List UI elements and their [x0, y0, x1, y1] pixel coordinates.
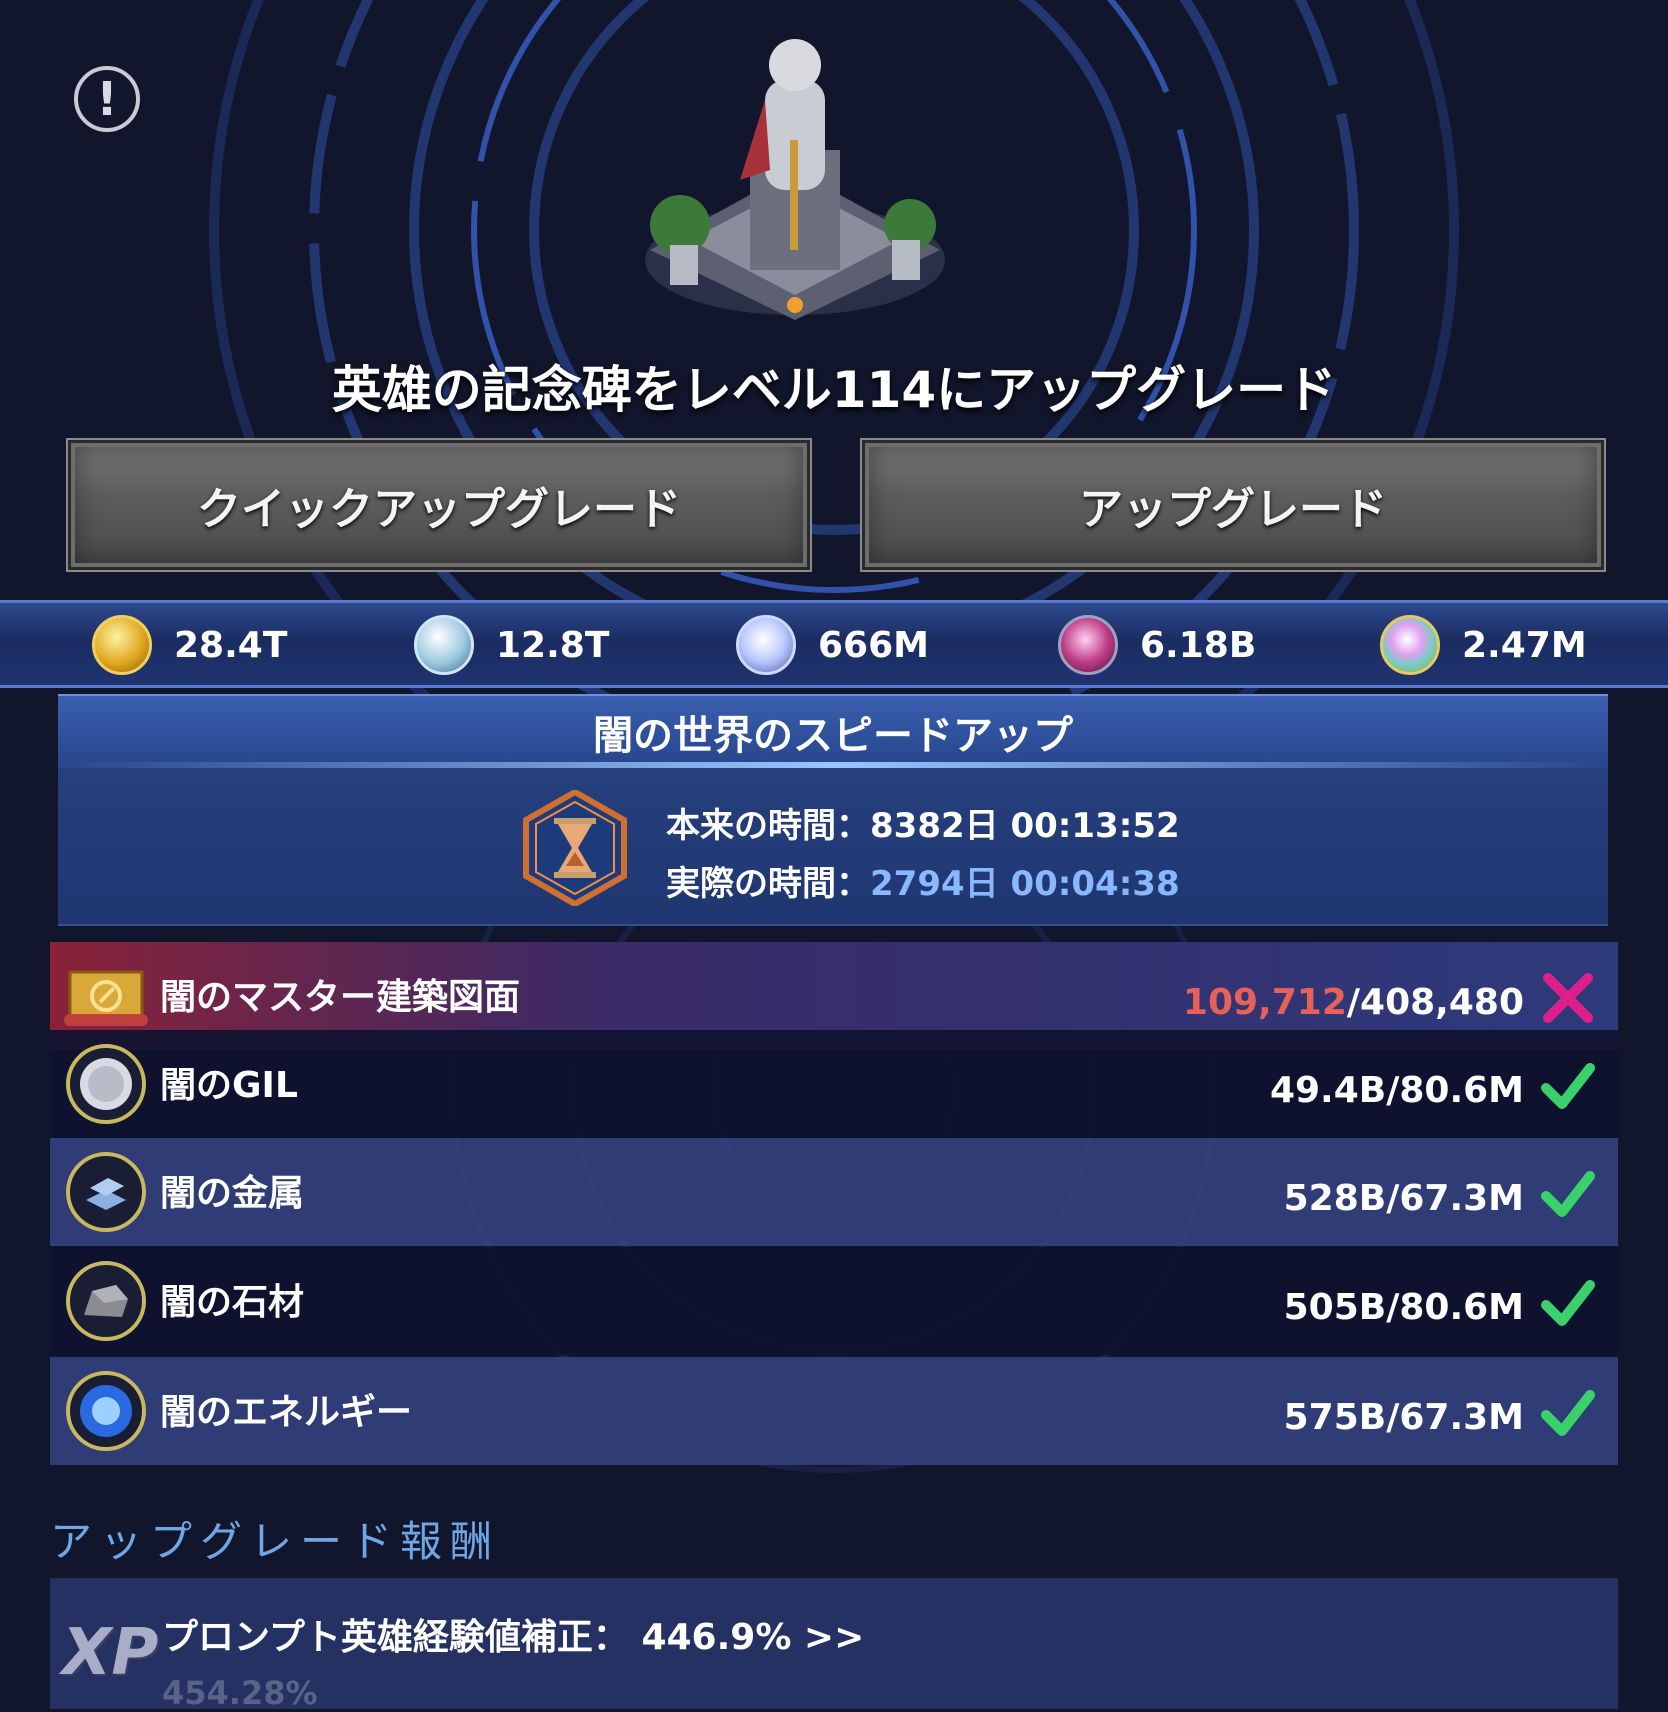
requirement-row-stone[interactable]: 闇の石材 505B/80.6M [50, 1247, 1618, 1355]
actual-time: 実際の時間：2794日 00:04:38 [666, 856, 1180, 905]
check-icon [1541, 1280, 1595, 1326]
hourglass-icon [523, 790, 627, 906]
original-time-value: 8382日 00:13:52 [870, 806, 1180, 846]
diamond-gem-icon [736, 615, 796, 675]
resource-value: 12.8T [496, 624, 610, 666]
resource-bar: 28.4T 12.8T 666M 6.18B 2.47M [0, 600, 1668, 688]
requirement-value: 109,712/408,480 [1183, 982, 1524, 1023]
metal-ingot-icon [66, 1152, 146, 1232]
gold-coin-icon [92, 615, 152, 675]
rainbow-gem-icon [1380, 615, 1440, 675]
resource-value: 28.4T [174, 624, 288, 666]
resource-gold: 28.4T [92, 615, 287, 675]
resource-value: 2.47M [1462, 624, 1587, 666]
requirement-need: /408,480 [1346, 982, 1524, 1023]
check-icon [1541, 1171, 1595, 1217]
blueprint-scroll-icon [64, 970, 148, 1026]
requirement-name: 闇のマスター建築図面 [160, 977, 521, 1018]
requirement-value: 528B/67.3M [1283, 1178, 1524, 1219]
reward-next-value: 454.28% [162, 1674, 318, 1712]
energy-orb-icon [66, 1371, 146, 1451]
hero-monument-building-image [645, 39, 945, 320]
requirement-value: 505B/80.6M [1283, 1287, 1524, 1328]
check-icon [1541, 1390, 1595, 1436]
requirement-name: 闇の石材 [160, 1282, 305, 1323]
original-time: 本来の時間：8382日 00:13:52 [666, 798, 1180, 847]
requirement-row-energy[interactable]: 闇のエネルギー 575B/67.3M [50, 1357, 1618, 1465]
resource-silver: 12.8T [414, 615, 609, 675]
requirement-name: 闇のエネルギー [160, 1392, 413, 1433]
cross-icon [1543, 973, 1593, 1023]
resource-purple-gem: 6.18B [1058, 615, 1256, 675]
resource-diamond: 666M [736, 615, 929, 675]
reward-text: プロンプト英雄経験値補正： 446.9% >> [162, 1617, 865, 1658]
stone-icon [66, 1261, 146, 1341]
gil-coin-icon [66, 1044, 146, 1124]
purple-gem-icon [1058, 615, 1118, 675]
requirement-value: 575B/67.3M [1283, 1397, 1524, 1438]
xp-icon: XP [62, 1616, 159, 1690]
check-icon [1541, 1063, 1595, 1109]
requirement-value: 49.4B/80.6M [1269, 1070, 1524, 1111]
resource-rainbow-gem: 2.47M [1380, 615, 1587, 675]
original-time-label: 本来の時間： [666, 806, 870, 846]
requirement-row-metal[interactable]: 闇の金属 528B/67.3M [50, 1138, 1618, 1246]
reward-row-hero-xp: XP プロンプト英雄経験値補正： 446.9% >> 454.28% [50, 1578, 1618, 1712]
resource-value: 6.18B [1140, 624, 1257, 666]
requirement-row-gil[interactable]: 闇のGIL 49.4B/80.6M [50, 1030, 1618, 1138]
upgrade-rewards-title: アップグレード報酬 [50, 1517, 501, 1566]
quick-upgrade-button[interactable]: クイックアップグレード [66, 438, 812, 572]
silver-coin-icon [414, 615, 474, 675]
speedup-panel-title: 闇の世界のスピードアップ [58, 694, 1608, 768]
actual-time-value: 2794日 00:04:38 [870, 864, 1180, 904]
resource-value: 666M [818, 624, 929, 666]
requirement-have: 109,712 [1182, 982, 1347, 1023]
requirement-name: 闇のGIL [160, 1065, 298, 1106]
upgrade-button[interactable]: アップグレード [860, 438, 1606, 572]
info-icon[interactable]: ! [74, 66, 140, 132]
actual-time-label: 実際の時間： [666, 864, 870, 904]
requirement-name: 闇の金属 [160, 1173, 305, 1214]
upgrade-title: 英雄の記念碑をレベル114にアップグレード [331, 361, 1337, 419]
